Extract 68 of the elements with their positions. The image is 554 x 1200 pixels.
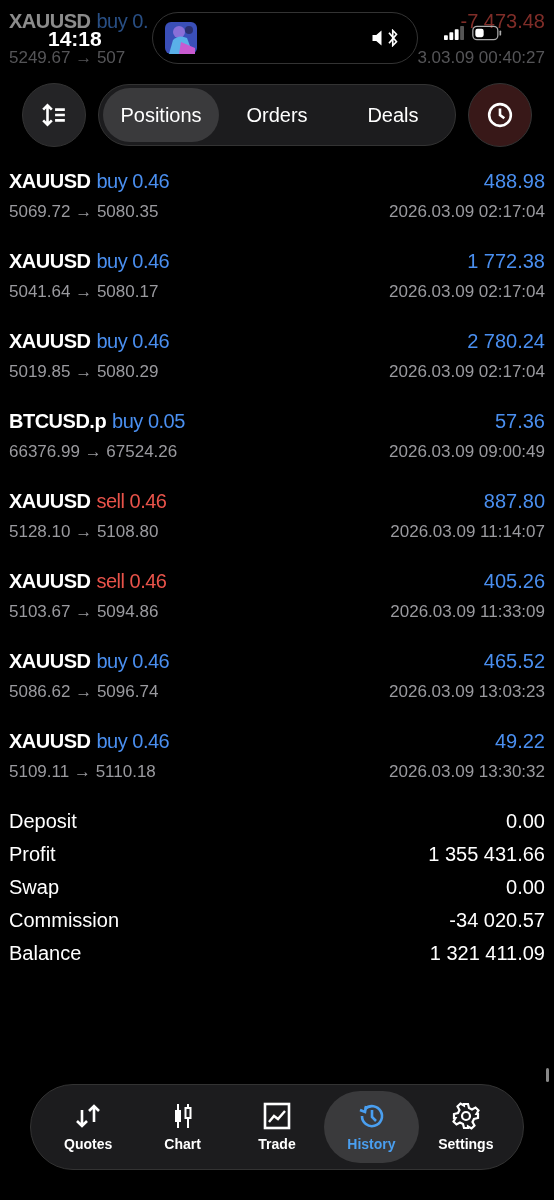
- deal-prices: 5041.64 → 5080.17: [9, 282, 159, 302]
- summary-value: 0.00: [506, 810, 545, 833]
- symbol-name: XAUUSD: [9, 570, 91, 593]
- deal-profit: -7 473.48: [460, 10, 545, 33]
- deal-time: 2026.03.09 13:03:23: [389, 682, 545, 702]
- deal-profit: 405.26: [483, 570, 545, 593]
- signal-icon: [444, 26, 464, 40]
- clock-icon: [487, 102, 513, 128]
- symbol-name: XAUUSD: [9, 650, 91, 673]
- symbol-name: BTCUSD.p: [9, 410, 107, 433]
- deal-prices: 5249.67 → 507: [9, 48, 126, 68]
- summary-label: Commission: [9, 909, 120, 932]
- chart-icon: [263, 1102, 291, 1130]
- deal-time: 2026.03.09 02:17:04: [389, 202, 545, 222]
- deal-profit: 465.52: [483, 650, 545, 673]
- deal-time: 2026.03.09 11:14:07: [390, 522, 545, 542]
- deal-prices: 5109.11 → 5110.18: [9, 762, 156, 782]
- deal-profit: 1 772.38: [467, 250, 545, 273]
- deal-profit: 488.98: [483, 170, 545, 193]
- tab-bar-item[interactable]: History: [324, 1091, 419, 1163]
- summary-value: 1 321 411.09: [429, 942, 545, 965]
- deal-time: 3.03.09 00:40:27: [417, 48, 545, 68]
- segment-tab[interactable]: Positions: [103, 88, 219, 142]
- deal-time: 2026.03.09 02:17:04: [389, 282, 545, 302]
- segment-tab[interactable]: Deals: [335, 88, 451, 142]
- deal-side: buy 0.05: [112, 410, 185, 433]
- deal-prices: 5069.72 → 5080.35: [9, 202, 159, 222]
- deal-side: buy 0.46: [96, 730, 170, 753]
- deal-time: 2026.03.09 13:30:32: [389, 762, 545, 782]
- summary-value: -34 020.57: [449, 909, 545, 932]
- deal-prices: 5103.67 → 5094.86: [9, 602, 159, 622]
- symbol-name: XAUUSD: [9, 730, 91, 753]
- summary-value: 0.00: [506, 876, 545, 899]
- deal-side: buy 0.46: [96, 170, 170, 193]
- deal-side: sell 0.46: [96, 490, 167, 513]
- tab-bar-item[interactable]: Chart: [135, 1091, 230, 1163]
- symbol-name: XAUUSD: [9, 250, 91, 273]
- symbol-name: XAUUSD: [9, 170, 91, 193]
- summary-label: Balance: [9, 942, 82, 965]
- tab-bar-item[interactable]: Settings: [418, 1091, 514, 1163]
- scroll-indicator: [546, 1068, 549, 1082]
- history-icon: [357, 1102, 386, 1130]
- tab-bar-item[interactable]: Trade: [229, 1091, 325, 1163]
- sort-icon: [41, 102, 67, 128]
- deal-time: 2026.03.09 09:00:49: [389, 442, 545, 462]
- tab-bar-item[interactable]: Quotes: [41, 1091, 136, 1163]
- deal-prices: 5086.62 → 5096.74: [9, 682, 159, 702]
- deal-time: 2026.03.09 11:33:09: [390, 602, 545, 622]
- deal-side: sell 0.46: [96, 570, 167, 593]
- symbol-name: XAUUSD: [9, 490, 91, 513]
- deal-profit: 2 780.24: [467, 330, 545, 353]
- deal-side: buy 0.46: [96, 330, 170, 353]
- summary-label: Deposit: [9, 810, 77, 833]
- deal-time: 2026.03.09 02:17:04: [389, 362, 545, 382]
- deal-side: buy 0.46: [96, 250, 170, 273]
- deal-prices: 66376.99 → 67524.26: [9, 442, 178, 462]
- deal-prices: 5019.85 → 5080.29: [9, 362, 159, 382]
- summary-label: Swap: [9, 876, 60, 899]
- deal-profit: 57.36: [494, 410, 545, 433]
- summary-label: Profit: [9, 843, 56, 866]
- symbol-name: XAUUSD: [9, 330, 91, 353]
- segment-tab[interactable]: Orders: [219, 88, 335, 142]
- deal-profit: 49.22: [494, 730, 545, 753]
- deal-prices: 5128.10 → 5108.80: [9, 522, 159, 542]
- deal-profit: 887.80: [483, 490, 545, 513]
- summary-value: 1 355 431.66: [428, 843, 545, 866]
- deal-side: buy 0.46: [96, 650, 170, 673]
- settings-icon: [451, 1102, 480, 1130]
